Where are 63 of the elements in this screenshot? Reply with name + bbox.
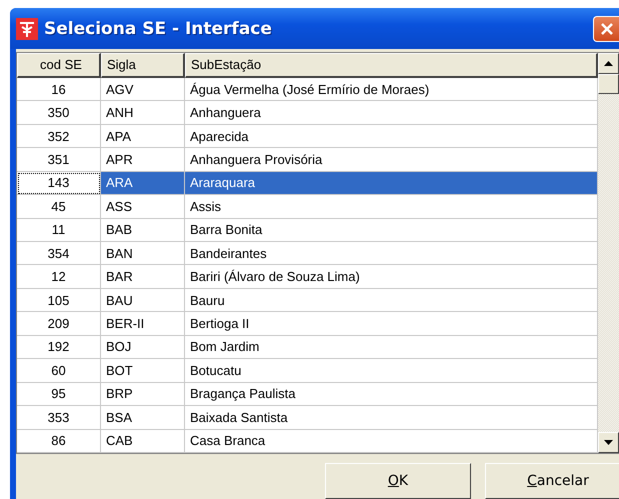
scroll-down-button[interactable] <box>598 432 619 453</box>
column-header[interactable]: Sigla <box>101 53 185 78</box>
table-cell[interactable]: Araraquara <box>185 172 598 196</box>
table-cell[interactable]: Assis <box>185 195 598 219</box>
table-cell[interactable]: BAU <box>101 288 185 312</box>
table-cell[interactable]: Anhanguera Provisória <box>185 148 598 172</box>
table-cell[interactable]: Bandeirantes <box>185 242 598 266</box>
table-cell[interactable]: 45 <box>17 195 101 219</box>
cancel-button[interactable]: Cancelar <box>485 463 619 499</box>
table-cell[interactable]: 95 <box>17 382 101 406</box>
table-cell[interactable]: 143 <box>17 172 101 196</box>
table-cell[interactable]: ANH <box>101 101 185 125</box>
table-cell[interactable]: 16 <box>17 78 101 102</box>
table-cell[interactable]: Bragança Paulista <box>185 382 598 406</box>
table-cell[interactable]: 350 <box>17 101 101 125</box>
table-cell[interactable]: Aparecida <box>185 124 598 148</box>
table-cell[interactable]: APA <box>101 124 185 148</box>
column-header[interactable]: cod SE <box>17 53 101 78</box>
table-cell[interactable]: BER-II <box>101 312 185 336</box>
table-cell[interactable]: 352 <box>17 124 101 148</box>
down-arrow-icon <box>604 440 613 445</box>
table-cell[interactable]: 353 <box>17 406 101 430</box>
table-cell[interactable]: AGV <box>101 78 185 102</box>
table-cell[interactable]: Bom Jardim <box>185 336 598 360</box>
scroll-up-button[interactable] <box>598 53 619 74</box>
table-cell[interactable]: 209 <box>17 312 101 336</box>
up-arrow-icon <box>604 61 613 66</box>
table-cell[interactable]: Barra Bonita <box>185 218 598 242</box>
table-cell[interactable]: 12 <box>17 265 101 289</box>
scroll-thumb[interactable] <box>598 74 619 94</box>
table-cell[interactable]: ARA <box>101 172 185 196</box>
table-cell[interactable]: 105 <box>17 288 101 312</box>
table-cell[interactable]: BAR <box>101 265 185 289</box>
table-cell[interactable]: Água Vermelha (José Ermírio de Moraes) <box>185 78 598 102</box>
table-cell[interactable]: 354 <box>17 242 101 266</box>
table-cell[interactable]: 86 <box>17 430 101 453</box>
window-title: Seleciona SE - Interface <box>44 18 273 38</box>
table-cell[interactable]: BAB <box>101 218 185 242</box>
column-header[interactable]: SubEstação <box>185 53 598 78</box>
table-cell[interactable]: BOJ <box>101 336 185 360</box>
table-cell[interactable]: 60 <box>17 359 101 383</box>
scrollbar[interactable] <box>598 53 619 453</box>
table-cell[interactable]: Anhanguera <box>185 101 598 125</box>
table-cell[interactable]: 11 <box>17 218 101 242</box>
table-cell[interactable]: Botucatu <box>185 359 598 383</box>
table-cell[interactable]: BAN <box>101 242 185 266</box>
table-cell[interactable]: Bertioga II <box>185 312 598 336</box>
table-cell[interactable]: 192 <box>17 336 101 360</box>
close-icon <box>598 20 614 36</box>
table-cell[interactable]: BRP <box>101 382 185 406</box>
table-cell[interactable]: CAB <box>101 430 185 453</box>
ok-button[interactable]: OK <box>325 463 471 499</box>
table-cell[interactable]: BOT <box>101 359 185 383</box>
close-button[interactable] <box>593 16 619 42</box>
table-cell[interactable]: Bauru <box>185 288 598 312</box>
table-cell[interactable]: Bariri (Álvaro de Souza Lima) <box>185 265 598 289</box>
app-icon <box>16 18 38 40</box>
table-cell[interactable]: Casa Branca <box>185 430 598 453</box>
table-cell[interactable]: BSA <box>101 406 185 430</box>
table-cell[interactable]: 351 <box>17 148 101 172</box>
table-cell[interactable]: ASS <box>101 195 185 219</box>
table-cell[interactable]: APR <box>101 148 185 172</box>
table-cell[interactable]: Baixada Santista <box>185 406 598 430</box>
